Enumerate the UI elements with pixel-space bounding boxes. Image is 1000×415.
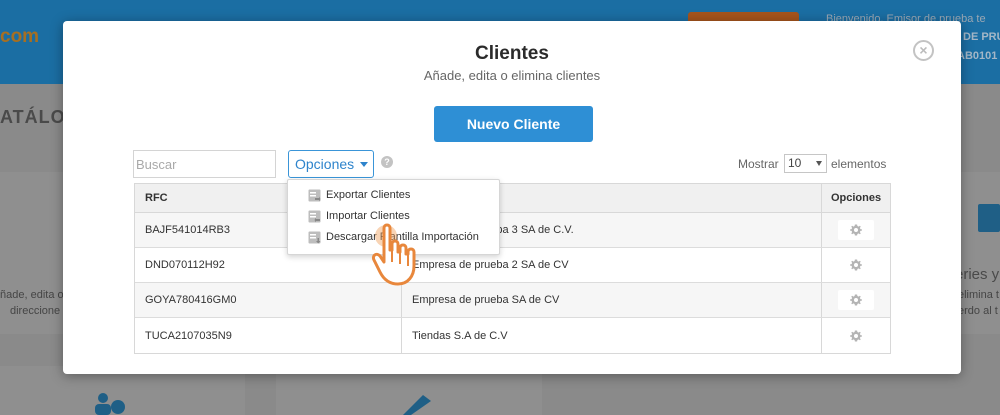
row-options-cell <box>822 213 890 247</box>
options-dropdown-button[interactable]: Opciones <box>288 150 374 178</box>
column-header-options: Opciones <box>830 192 882 204</box>
hand-pointer-cursor-icon <box>372 223 416 286</box>
gear-icon[interactable] <box>838 220 874 240</box>
table-row: DND070112H92 Empresa de prueba 2 SA de C… <box>135 248 890 283</box>
card-description: ñade, edita o <box>0 289 64 301</box>
brand-logo: com <box>0 26 40 47</box>
razon-social-cell: Tiendas S.A de C.V <box>402 318 822 353</box>
issuer-name: DE PRU <box>963 31 1000 43</box>
rfc-cell: TUCA2107035N9 <box>135 318 402 353</box>
clients-table: RFC Razón Social Opciones BAJF541014RB3 … <box>134 183 891 354</box>
card-description: erdo al t <box>958 305 998 317</box>
menu-item-export[interactable]: Exportar Clientes <box>288 185 499 206</box>
page-size-label: Mostrar <box>738 157 779 171</box>
user-money-icon <box>95 393 125 415</box>
gear-icon[interactable] <box>838 255 874 275</box>
table-row: BAJF541014RB3 Empresa de prueba 3 SA de … <box>135 213 890 248</box>
gear-icon[interactable] <box>838 325 874 346</box>
table-header: RFC Razón Social Opciones <box>135 184 890 213</box>
caret-down-icon <box>816 161 822 166</box>
row-options-cell <box>822 283 890 317</box>
razon-social-cell: Empresa de prueba SA de CV <box>402 283 822 317</box>
rfc-cell: GOYA780416GM0 <box>135 283 402 317</box>
close-icon[interactable]: × <box>913 40 934 61</box>
download-template-icon <box>308 231 321 244</box>
card-description: direccione <box>10 305 61 317</box>
gear-icon[interactable] <box>838 290 874 310</box>
caret-down-icon <box>360 162 368 167</box>
new-client-button[interactable]: Nuevo Cliente <box>434 106 593 142</box>
row-options-cell <box>822 248 890 282</box>
clients-modal: Clientes Añade, edita o elimina clientes… <box>63 21 961 374</box>
import-icon <box>308 210 321 223</box>
issuer-rfc: AB0101 <box>957 50 998 62</box>
table-row: GOYA780416GM0 Empresa de prueba SA de CV <box>135 283 890 318</box>
document-icon <box>978 204 1000 232</box>
search-input[interactable] <box>133 150 276 178</box>
menu-item-label: Exportar Clientes <box>326 189 411 201</box>
options-label: Opciones <box>295 156 355 172</box>
pencil-icon <box>403 395 431 415</box>
row-options-cell <box>822 318 890 353</box>
page-size-suffix: elementos <box>831 157 887 171</box>
card-title: eries y <box>955 266 1000 283</box>
export-icon <box>308 189 321 202</box>
modal-title: Clientes <box>475 43 549 64</box>
page-size-select[interactable]: 10 <box>784 154 827 173</box>
help-icon[interactable]: ? <box>381 156 393 168</box>
modal-subtitle: Añade, edita o elimina clientes <box>423 68 601 83</box>
card-description: elimina t <box>958 289 999 301</box>
page-size-value: 10 <box>788 156 802 170</box>
table-row: TUCA2107035N9 Tiendas S.A de C.V <box>135 318 890 353</box>
